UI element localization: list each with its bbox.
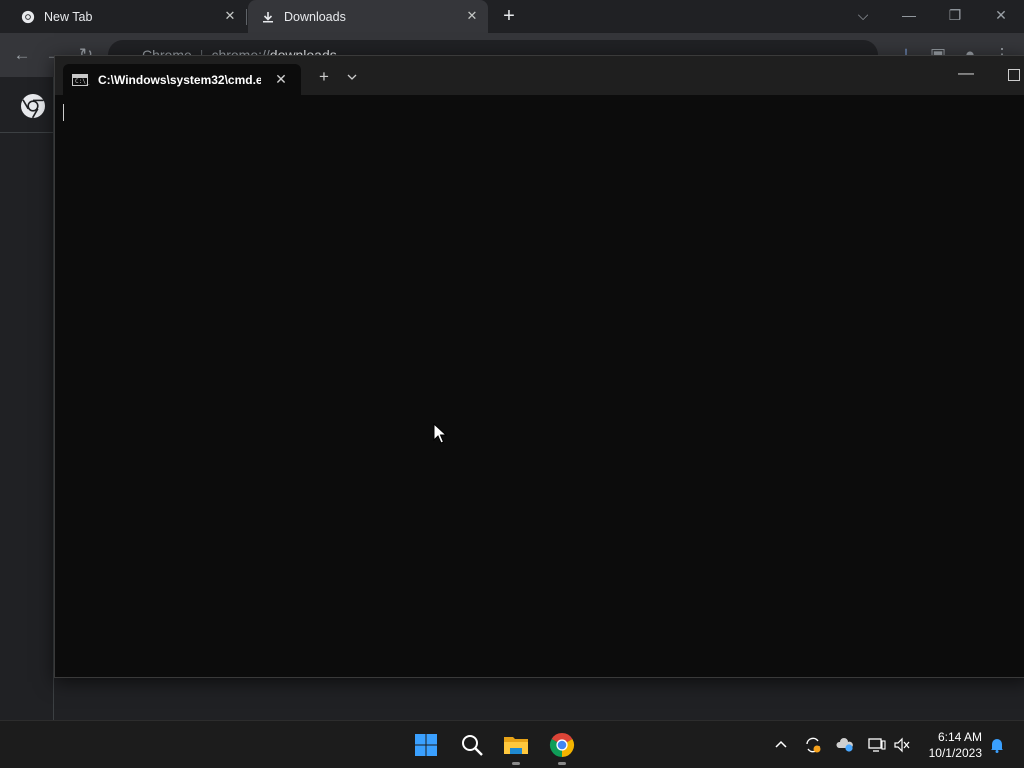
close-window-icon[interactable]: ✕ [989, 4, 1013, 28]
search-icon[interactable] [456, 729, 488, 761]
maximize-icon[interactable] [1008, 69, 1020, 81]
terminal-titlebar[interactable]: C:\_ C:\Windows\system32\cmd.e ✕ + — [55, 56, 1024, 95]
chrome-logo-icon [20, 93, 46, 119]
tab-label: New Tab [44, 9, 93, 24]
cmd-icon: C:\_ [72, 73, 89, 86]
chrome-icon [20, 9, 36, 25]
volume-muted-icon[interactable] [891, 734, 913, 756]
new-tab-button[interactable]: + [498, 6, 520, 28]
windows-start-icon[interactable] [410, 729, 442, 761]
minimize-icon[interactable]: — [897, 4, 921, 28]
taskbar: 6:14 AM 10/1/2023 [0, 720, 1024, 768]
tab-label: Downloads [284, 9, 346, 24]
terminal-window[interactable]: C:\_ C:\Windows\system32\cmd.e ✕ + — [54, 55, 1024, 678]
download-icon [260, 9, 276, 25]
clock[interactable]: 6:14 AM 10/1/2023 [929, 729, 982, 761]
clock-time: 6:14 AM [937, 730, 982, 744]
tab-divider [246, 9, 247, 25]
terminal-tab-cmd[interactable]: C:\_ C:\Windows\system32\cmd.e ✕ [63, 64, 301, 95]
clock-date: 10/1/2023 [928, 746, 982, 760]
chrome-tab-new-tab[interactable]: New Tab ✕ [0, 0, 246, 33]
chrome-icon[interactable] [546, 729, 578, 761]
network-icon[interactable] [866, 734, 888, 756]
chevron-up-icon[interactable] [770, 734, 792, 756]
minimize-icon[interactable]: — [956, 66, 976, 84]
running-indicator [512, 762, 520, 765]
onedrive-icon[interactable] [834, 734, 856, 756]
close-icon[interactable]: ✕ [464, 8, 480, 24]
restore-icon[interactable]: ❐ [943, 4, 967, 28]
tab-search-chevron-icon[interactable]: ⌵ [851, 4, 875, 28]
mouse-pointer-icon [433, 422, 448, 445]
notification-bell-icon[interactable] [986, 734, 1008, 756]
new-terminal-tab-button[interactable]: + [315, 68, 333, 86]
downloads-page-sidebar [0, 77, 54, 720]
chrome-tab-downloads[interactable]: Downloads ✕ [248, 0, 488, 33]
sync-icon[interactable] [802, 734, 824, 756]
sidebar-divider [0, 132, 54, 133]
chrome-tab-strip: New Tab ✕ Downloads ✕ + ⌵ — ❐ ✕ [0, 0, 1024, 33]
close-icon[interactable]: ✕ [222, 8, 238, 24]
terminal-tab-title: C:\Windows\system32\cmd.e [98, 72, 261, 87]
back-arrow-icon[interactable]: ← [10, 43, 34, 67]
terminal-console[interactable] [55, 95, 1024, 677]
file-explorer-icon[interactable] [500, 729, 532, 761]
running-indicator [558, 762, 566, 765]
chevron-down-icon[interactable] [343, 68, 361, 86]
close-icon[interactable]: ✕ [273, 71, 289, 87]
text-cursor [63, 104, 64, 121]
